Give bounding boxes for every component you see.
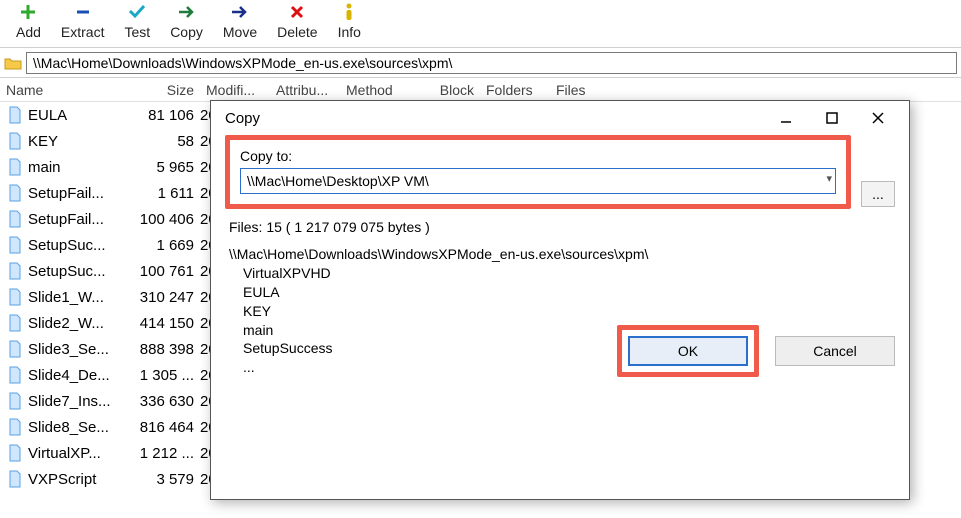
file-icon xyxy=(6,443,24,463)
copy-dialog: Copy Copy to: ▾ ... Files: 15 ( 1 217 07… xyxy=(210,100,910,500)
delete-button[interactable]: Delete xyxy=(267,0,327,40)
add-label: Add xyxy=(16,24,41,40)
x-icon xyxy=(290,2,304,22)
browse-button[interactable]: ... xyxy=(861,181,895,207)
extract-label: Extract xyxy=(61,24,105,40)
file-icon xyxy=(6,339,24,359)
address-input[interactable] xyxy=(26,52,957,74)
column-header-row: Name Size Modifi... Attribu... Method Bl… xyxy=(0,78,961,102)
file-size: 888 398 xyxy=(120,341,200,358)
move-button[interactable]: Move xyxy=(213,0,267,40)
ok-highlight: OK xyxy=(617,325,759,377)
plus-icon xyxy=(20,2,36,22)
folder-icon xyxy=(4,55,22,71)
file-icon xyxy=(6,469,24,489)
source-item: VirtualXPVHD xyxy=(229,264,891,283)
file-name: Slide2_W... xyxy=(28,315,120,332)
copy-button[interactable]: Copy xyxy=(160,0,213,40)
file-size: 3 579 xyxy=(120,471,200,488)
file-name: Slide7_Ins... xyxy=(28,393,120,410)
file-icon xyxy=(6,183,24,203)
file-name: VXPScript xyxy=(28,471,120,488)
file-size: 58 xyxy=(120,133,200,150)
file-name: KEY xyxy=(28,133,120,150)
file-size: 100 406 xyxy=(120,211,200,228)
file-size: 816 464 xyxy=(120,419,200,436)
column-modified[interactable]: Modifi... xyxy=(200,82,270,98)
copy-to-input[interactable] xyxy=(240,168,836,194)
file-size: 100 761 xyxy=(120,263,200,280)
dialog-button-bar: OK Cancel xyxy=(617,325,895,377)
file-name: SetupFail... xyxy=(28,211,120,228)
file-icon xyxy=(6,235,24,255)
file-icon xyxy=(6,157,24,177)
file-size: 414 150 xyxy=(120,315,200,332)
file-icon xyxy=(6,417,24,437)
file-size: 81 106 xyxy=(120,107,200,124)
file-name: Slide4_De... xyxy=(28,367,120,384)
ok-button[interactable]: OK xyxy=(628,336,748,366)
address-bar xyxy=(0,48,961,78)
file-icon xyxy=(6,209,24,229)
column-method[interactable]: Method xyxy=(340,82,420,98)
info-button[interactable]: Info xyxy=(328,0,371,40)
add-button[interactable]: Add xyxy=(6,0,51,40)
info-label: Info xyxy=(338,24,361,40)
file-name: Slide3_Se... xyxy=(28,341,120,358)
file-icon xyxy=(6,313,24,333)
copy-to-combo[interactable]: ▾ xyxy=(240,168,836,194)
copy-label: Copy xyxy=(170,24,203,40)
file-size: 1 611 xyxy=(120,185,200,202)
toolbar: Add Extract Test Copy Move Delete Info xyxy=(0,0,961,48)
cancel-button[interactable]: Cancel xyxy=(775,336,895,366)
column-folders[interactable]: Folders xyxy=(480,82,550,98)
minimize-button[interactable] xyxy=(763,103,809,133)
minus-icon xyxy=(75,2,91,22)
source-item: EULA xyxy=(229,283,891,302)
copy-to-label: Copy to: xyxy=(240,148,836,164)
source-item: KEY xyxy=(229,302,891,321)
file-size: 1 212 ... xyxy=(120,445,200,462)
file-name: SetupSuc... xyxy=(28,237,120,254)
file-size: 336 630 xyxy=(120,393,200,410)
close-button[interactable] xyxy=(855,103,901,133)
test-button[interactable]: Test xyxy=(115,0,161,40)
column-size[interactable]: Size xyxy=(120,82,200,98)
test-label: Test xyxy=(125,24,151,40)
file-size: 1 305 ... xyxy=(120,367,200,384)
file-name: SetupSuc... xyxy=(28,263,120,280)
delete-label: Delete xyxy=(277,24,317,40)
files-summary: Files: 15 ( 1 217 079 075 bytes ) xyxy=(229,219,891,235)
info-icon xyxy=(343,2,355,22)
file-icon xyxy=(6,391,24,411)
column-name[interactable]: Name xyxy=(0,82,120,98)
file-icon xyxy=(6,105,24,125)
arrow-right-hollow-icon xyxy=(178,2,196,22)
extract-button[interactable]: Extract xyxy=(51,0,115,40)
file-icon xyxy=(6,365,24,385)
dialog-titlebar: Copy xyxy=(211,101,909,135)
file-name: SetupFail... xyxy=(28,185,120,202)
file-name: Slide1_W... xyxy=(28,289,120,306)
maximize-button[interactable] xyxy=(809,103,855,133)
dialog-title: Copy xyxy=(225,110,763,127)
file-name: VirtualXP... xyxy=(28,445,120,462)
file-icon xyxy=(6,131,24,151)
column-files[interactable]: Files xyxy=(550,82,620,98)
move-label: Move xyxy=(223,24,257,40)
file-icon xyxy=(6,261,24,281)
arrow-right-solid-icon xyxy=(231,2,249,22)
file-size: 1 669 xyxy=(120,237,200,254)
column-block[interactable]: Block xyxy=(420,82,480,98)
file-size: 310 247 xyxy=(120,289,200,306)
check-icon xyxy=(128,2,146,22)
file-name: main xyxy=(28,159,120,176)
file-icon xyxy=(6,287,24,307)
source-path: \\Mac\Home\Downloads\WindowsXPMode_en-us… xyxy=(229,245,891,264)
column-attributes[interactable]: Attribu... xyxy=(270,82,340,98)
file-name: EULA xyxy=(28,107,120,124)
file-size: 5 965 xyxy=(120,159,200,176)
copy-to-highlight: Copy to: ▾ xyxy=(225,135,851,209)
file-name: Slide8_Se... xyxy=(28,419,120,436)
